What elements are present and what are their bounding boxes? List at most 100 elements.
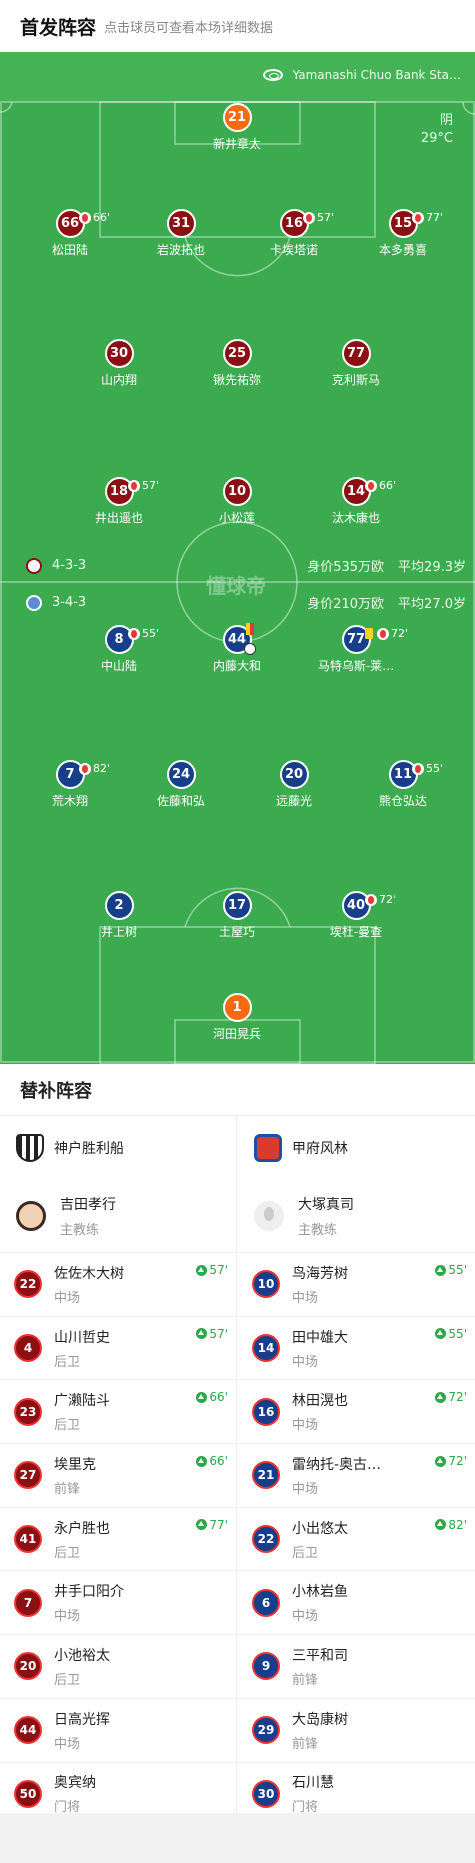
list-item[interactable]: 7 井手口阳介 中场	[0, 1570, 236, 1634]
home-player[interactable]: 31 岩波拓也	[126, 209, 236, 258]
home-player[interactable]: 14 汰木康也 66'	[301, 477, 411, 526]
player-number: 7	[14, 1588, 42, 1617]
away-player[interactable]: 8 中山陆 55'	[64, 625, 174, 674]
player-position: 后卫	[54, 1354, 81, 1370]
list-item[interactable]: 22 小出悠太 后卫 82'	[238, 1506, 475, 1571]
player-name: 佐藤和弘	[156, 794, 205, 808]
sub-minute: 55'	[448, 1326, 467, 1341]
home-player[interactable]: 21 新井章太	[182, 103, 292, 152]
sub-minute: 82'	[93, 762, 111, 775]
player-position: 中场	[292, 1481, 319, 1497]
list-item[interactable]: 29 大岛康树 前锋	[238, 1697, 475, 1762]
away-player[interactable]: 44 内藤大和	[182, 623, 292, 674]
sub-minute: 66'	[209, 1390, 228, 1405]
player-name: 佐佐木大树	[54, 1265, 124, 1282]
home-team-header[interactable]: 神户胜利船	[0, 1116, 236, 1180]
player-number: 23	[14, 1397, 42, 1426]
list-item[interactable]: 23 广濑陆斗 后卫 66'	[0, 1379, 236, 1443]
sub-minute: 82'	[448, 1517, 467, 1532]
sub-in-tag: 66'	[196, 1390, 228, 1404]
away-player[interactable]: 17 土屋巧	[182, 891, 292, 940]
home-formation: 4-3-3	[52, 558, 87, 573]
home-player[interactable]: 25 锹先祐弥	[182, 339, 292, 388]
list-item[interactable]: 20 小池裕太 后卫	[0, 1634, 236, 1698]
list-item[interactable]: 44 日高光挥 中场	[0, 1697, 236, 1762]
list-item[interactable]: 6 小林岩鱼 中场	[238, 1570, 475, 1634]
weather-text: 阴	[439, 113, 453, 128]
bottom-spacer	[0, 1813, 475, 1863]
player-name: 新井章太	[212, 137, 261, 151]
list-item[interactable]: 14 田中雄大 中场 55'	[238, 1315, 475, 1380]
player-name: 鸟海芳树	[292, 1265, 348, 1282]
player-info: 井手口阳介 中场	[54, 1581, 124, 1624]
sub-minute: 57'	[317, 211, 335, 224]
away-player[interactable]: 77 马特乌斯-莱… 72'	[301, 625, 411, 674]
player-number: 20	[279, 760, 309, 789]
away-coach[interactable]: 大塚真司 主教练	[238, 1180, 475, 1252]
away-player[interactable]: 40 埃杜-曼查 72'	[301, 891, 411, 940]
player-name: 山内翔	[100, 373, 137, 387]
goal-ball-icon	[244, 643, 256, 655]
home-coach[interactable]: 吉田孝行 主教练	[0, 1180, 236, 1252]
player-name: 河田晃兵	[212, 1027, 261, 1041]
player-name: 永户胜也	[54, 1520, 110, 1537]
substitution-tag: 55'	[128, 627, 159, 640]
away-average-age: 平均27.0岁	[398, 597, 466, 612]
sub-in-arrow-icon	[196, 1328, 208, 1340]
home-formation-row: 4-3-3 身价535万欧 平均29.3岁	[26, 556, 466, 575]
avatar	[254, 1201, 284, 1231]
lineup-header: 首发阵容 点击球员可查看本场详细数据	[0, 0, 475, 52]
away-player[interactable]: 7 荒木翔 82'	[15, 760, 125, 809]
away-player[interactable]: 1 河田晃兵	[182, 993, 292, 1042]
home-player[interactable]: 30 山内翔	[64, 339, 174, 388]
list-item[interactable]: 16 林田滉也 中场 72'	[238, 1379, 475, 1443]
player-info: 石川慧 门将	[292, 1772, 334, 1815]
player-number: 27	[14, 1461, 42, 1490]
player-number: 21	[222, 103, 252, 132]
away-player[interactable]: 2 井上树	[64, 891, 174, 940]
sub-minute: 77'	[426, 211, 444, 224]
home-subs-column: 神户胜利船 吉田孝行 主教练 22 佐佐木大树 中场 57' 4 山川哲史 后卫 57' 23 广…	[0, 1116, 237, 1815]
list-item[interactable]: 41 永户胜也 后卫 77'	[0, 1506, 236, 1571]
list-item[interactable]: 22 佐佐木大树 中场 57'	[0, 1252, 236, 1316]
substitution-tag: 72'	[365, 893, 396, 906]
sub-minute: 72'	[448, 1454, 467, 1469]
list-item[interactable]: 21 雷纳托-奥古… 中场 72'	[238, 1443, 475, 1507]
card-icon	[246, 623, 254, 635]
sub-minute: 66'	[93, 211, 111, 224]
list-item[interactable]: 27 埃里克 前锋 66'	[0, 1443, 236, 1507]
sub-minute: 57'	[209, 1326, 228, 1341]
home-player[interactable]: 66 松田陆 66'	[15, 209, 125, 258]
player-number: 20	[14, 1652, 42, 1681]
sub-out-icon	[412, 762, 424, 775]
player-number: 25	[222, 339, 252, 368]
home-player[interactable]: 10 小松莲	[182, 477, 292, 526]
player-number: 4	[14, 1334, 42, 1363]
away-team-logo	[254, 1134, 282, 1162]
home-player[interactable]: 15 本多勇喜 77'	[348, 209, 458, 258]
home-player[interactable]: 77 克利斯马	[301, 339, 411, 388]
sub-minute: 57'	[142, 479, 160, 492]
sub-in-tag: 55'	[435, 1263, 467, 1277]
sub-in-arrow-icon	[196, 1264, 208, 1276]
home-player[interactable]: 18 井出遥也 57'	[64, 477, 174, 526]
player-number: 17	[222, 891, 252, 920]
home-player[interactable]: 16 卡埃塔诺 57'	[239, 209, 349, 258]
player-number: 6	[252, 1588, 280, 1617]
avatar	[16, 1201, 46, 1231]
away-player[interactable]: 24 佐藤和弘	[126, 760, 236, 809]
player-name: 雷纳托-奥古…	[292, 1456, 382, 1473]
away-player[interactable]: 11 熊仓弘达 55'	[348, 760, 458, 809]
sub-minute: 57'	[209, 1263, 228, 1277]
list-item[interactable]: 9 三平和司 前锋	[238, 1634, 475, 1698]
sub-minute: 66'	[379, 479, 397, 492]
away-player[interactable]: 20 远藤光	[239, 760, 349, 809]
away-team-header[interactable]: 甲府风林	[238, 1116, 475, 1180]
player-name: 井手口阳介	[54, 1584, 124, 1601]
home-market-value: 身价535万欧	[307, 560, 385, 575]
list-item[interactable]: 10 鸟海芳树 中场 55'	[238, 1252, 475, 1316]
list-item[interactable]: 4 山川哲史 后卫 57'	[0, 1315, 236, 1380]
player-name: 奥宾纳	[54, 1775, 96, 1792]
player-name: 锹先祐弥	[212, 373, 261, 387]
player-info: 田中雄大 中场	[292, 1327, 348, 1370]
